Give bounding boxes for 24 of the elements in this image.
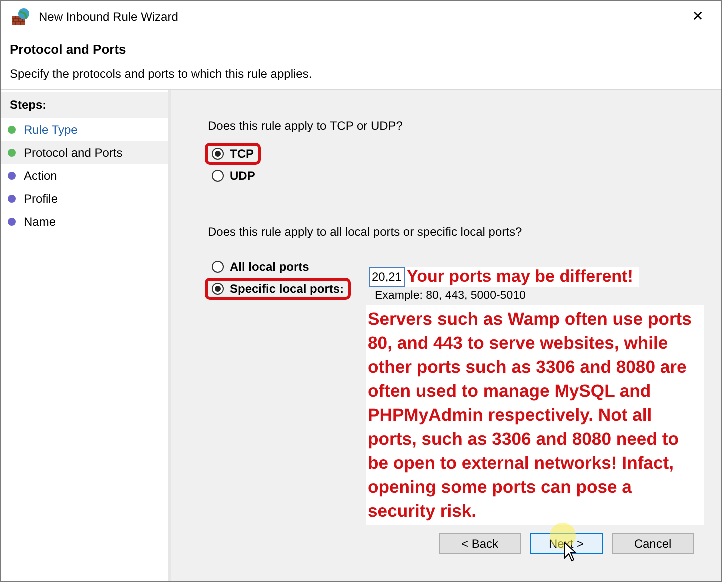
steps-heading: Steps:: [1, 92, 168, 118]
question-text: Does this rule apply to all local ports or specific local ports?: [208, 225, 524, 241]
wizard-button[interactable]: < Back: [439, 533, 521, 554]
firewall-icon: [11, 8, 31, 26]
close-button[interactable]: ✕: [675, 1, 721, 33]
step-item[interactable]: Protocol and Ports: [1, 141, 168, 164]
wizard-button[interactable]: Cancel: [612, 533, 694, 554]
radio-option[interactable]: TCP: [208, 146, 258, 162]
step-item[interactable]: Profile: [1, 187, 168, 210]
radio-option[interactable]: UDP: [208, 168, 260, 184]
example-text: Example: 80, 443, 5000-5010: [375, 290, 527, 302]
annotation-note: Servers such as Wamp often use ports 80, and 443 to serve websites, while other ports such as 3306 and 8080 are often used to manage MySQL and PHPMyAdmin respectively. Not all ports, such as 3306 and 8080 need to be open to external networks! Infact, opening some ports can pose a security risk.: [366, 305, 704, 525]
annotation-callout: Your ports may be different!: [405, 267, 640, 287]
step-item[interactable]: Rule Type: [1, 118, 168, 141]
step-item[interactable]: Action: [1, 164, 168, 187]
question-text: Does this rule apply to TCP or UDP?: [208, 119, 404, 135]
window-title: New Inbound Rule Wizard: [39, 10, 180, 24]
page-subtitle: Specify the protocols and ports to which this rule applies.: [10, 66, 314, 80]
page-title: Protocol and Ports: [10, 42, 128, 56]
ports-input[interactable]: 20,21: [369, 267, 405, 287]
step-item[interactable]: Name: [1, 210, 168, 233]
cursor-highlight: [550, 523, 576, 549]
radio-option[interactable]: All local ports: [208, 259, 314, 275]
radio-option[interactable]: Specific local ports:: [208, 281, 348, 297]
